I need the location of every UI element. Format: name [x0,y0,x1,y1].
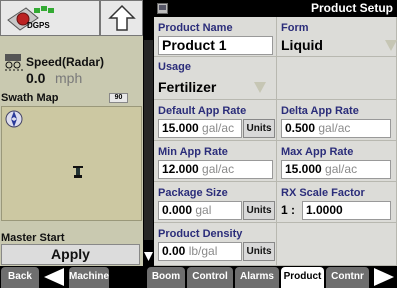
rx-scale-cell: RX Scale Factor 1 : 1.0000 [277,182,397,223]
tab-boom[interactable]: Boom [147,267,185,288]
usage-cell: Usage Fertilizer [154,57,277,100]
product-setup-form: Product Name Product 1 Form Liquid Usage… [154,17,397,266]
nav-left-icon[interactable] [42,267,66,287]
default-rate-units-button[interactable]: Units [243,119,275,138]
default-rate-unit: gal/ac [202,121,235,135]
density-unit: lb/gal [188,244,218,258]
density-field[interactable]: 0.00 lb/gal [158,242,242,261]
delta-rate-value: 0.500 [285,121,316,135]
swath-map-title: Swath Map [1,92,59,104]
delta-rate-label: Delta App Rate [281,105,359,117]
delta-rate-cell: Delta App Rate 0.500 gal/ac [277,100,397,141]
scroll-down-icon[interactable] [143,250,154,262]
delta-rate-field[interactable]: 0.500 gal/ac [281,119,391,138]
density-cell: Product Density 0.00 lb/gal Units [154,223,277,266]
nav-right-icon[interactable] [372,267,396,287]
tab-machine[interactable]: Machine [69,267,109,288]
scroll-thumb[interactable] [144,40,153,240]
empty-cell [277,57,397,100]
compass-icon[interactable] [4,109,24,129]
density-label: Product Density [158,228,243,240]
tab-control[interactable]: Control [187,267,233,288]
usage-dropdown[interactable]: Fertilizer [158,78,270,97]
package-size-units-button[interactable]: Units [243,201,275,220]
delta-rate-unit: gal/ac [318,121,351,135]
default-rate-label: Default App Rate [158,105,247,117]
product-name-label: Product Name [158,22,233,34]
package-size-cell: Package Size 0.000 gal Units [154,182,277,223]
rx-scale-field[interactable]: 1.0000 [302,201,391,220]
default-rate-field[interactable]: 15.000 gal/ac [158,119,242,138]
gps-status-box[interactable]: DGPS [0,0,100,36]
max-rate-field[interactable]: 15.000 gal/ac [281,160,391,179]
rx-scale-label: RX Scale Factor [281,187,365,199]
min-rate-field[interactable]: 12.000 gal/ac [158,160,273,179]
default-rate-cell: Default App Rate 15.000 gal/ac Units [154,100,277,141]
package-size-field[interactable]: 0.000 gal [158,201,242,220]
product-name-value: Product 1 [162,37,227,53]
min-rate-cell: Min App Rate 12.000 gal/ac [154,141,277,182]
tab-contnr[interactable]: Contnr [326,267,369,288]
form-cell: Form Liquid [277,17,397,57]
rx-scale-value: 1.0000 [306,203,343,217]
swath-zoom-badge[interactable]: 90 [109,93,128,103]
speed-label: Speed(Radar) [26,55,105,69]
header-bar: Product Setup [154,0,397,17]
page-title: Product Setup [310,1,393,15]
package-size-label: Package Size [158,187,228,199]
bottom-tab-bar: Back Machine Boom Control Alarms Product… [0,266,397,288]
density-value: 0.00 [162,244,186,258]
swath-map[interactable] [1,106,142,221]
product-name-field[interactable]: Product 1 [158,36,273,55]
product-name-cell: Product Name Product 1 [154,17,277,57]
max-rate-cell: Max App Rate 15.000 gal/ac [277,141,397,182]
master-start-label: Master Start [1,232,65,244]
rx-scale-prefix: 1 : [281,203,296,217]
display-icon [157,3,168,14]
package-size-unit: gal [195,203,212,217]
usage-value: Fertilizer [158,79,217,95]
tab-alarms[interactable]: Alarms [235,267,279,288]
min-rate-label: Min App Rate [158,146,228,158]
usage-label: Usage [158,61,192,73]
radar-speed-icon [5,54,23,71]
max-rate-label: Max App Rate [281,146,354,158]
dgps-label: DGPS [27,21,50,30]
min-rate-unit: gal/ac [202,162,235,176]
up-arrow-icon [108,4,136,31]
tab-back[interactable]: Back [1,267,39,288]
form-dropdown-icon [385,40,397,51]
speed-value: 0.0 [26,70,46,86]
min-rate-value: 12.000 [162,162,199,176]
form-value: Liquid [281,37,323,53]
left-status-panel: DGPS Speed(Radar) 0.0 mph Swath Map 90 M… [0,0,143,266]
apply-button[interactable]: Apply [1,244,140,265]
vehicle-icon [73,166,83,178]
form-label: Form [281,22,309,34]
tab-product[interactable]: Product [281,267,324,288]
form-dropdown[interactable]: Liquid [281,36,397,55]
empty-cell-2 [277,223,397,266]
scrollbar[interactable] [143,0,154,266]
package-size-value: 0.000 [162,203,193,217]
max-rate-value: 15.000 [285,162,322,176]
home-button[interactable] [100,0,143,36]
usage-dropdown-icon [254,82,266,93]
density-units-button[interactable]: Units [243,242,275,261]
max-rate-unit: gal/ac [325,162,358,176]
speed-unit: mph [55,70,83,86]
default-rate-value: 15.000 [162,121,199,135]
